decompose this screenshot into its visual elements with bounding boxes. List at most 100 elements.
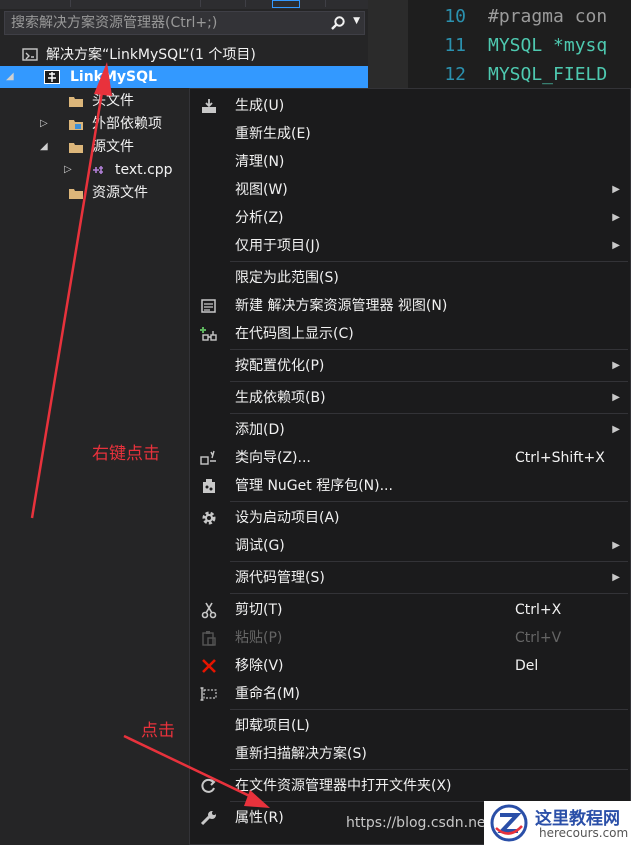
menu-item-remove[interactable]: 移除(V) Del — [190, 652, 630, 680]
menu-item-label: 重新扫描解决方案(S) — [235, 746, 367, 762]
submenu-arrow-icon: ▶ — [612, 392, 620, 403]
menu-item-label: 属性(R) — [235, 810, 284, 826]
toolbar-button[interactable] — [325, 0, 346, 7]
menu-item-add[interactable]: 添加(D) ▶ — [190, 416, 630, 444]
menu-item-label: 卸载项目(L) — [235, 718, 310, 734]
menu-item-label: 重命名(M) — [235, 686, 301, 702]
line-number: 10 — [444, 6, 466, 27]
filter-folder-icon — [69, 143, 83, 153]
tree-item-label: 头文件 — [92, 93, 134, 109]
expander-collapsed-icon[interactable]: ▷ — [64, 159, 72, 181]
tree-item-label: 资源文件 — [92, 185, 148, 201]
search-input[interactable] — [11, 12, 321, 34]
annotation-right-click: 右键点击 — [92, 444, 160, 464]
wrench-icon — [200, 811, 216, 826]
menu-item-shortcut: Ctrl+Shift+X — [515, 450, 605, 466]
chevron-down-icon[interactable]: ▼ — [353, 16, 360, 26]
filter-folder-icon — [69, 189, 83, 199]
tree-item-project[interactable]: ◢ LinkMySQL — [0, 66, 368, 88]
submenu-arrow-icon: ▶ — [612, 540, 620, 551]
menu-item-view[interactable]: 视图(W) ▶ — [190, 176, 630, 204]
menu-item-open-in-file-explorer[interactable]: 在文件资源管理器中打开文件夹(X) — [190, 772, 630, 800]
toolbar-button[interactable] — [245, 0, 272, 7]
menu-item-label: 限定为此范围(S) — [235, 270, 339, 286]
menu-item-project-only[interactable]: 仅用于项目(J) ▶ — [190, 232, 630, 260]
menu-separator — [230, 709, 628, 710]
menu-item-label: 分析(Z) — [235, 210, 284, 226]
site-logo-icon — [490, 804, 528, 842]
toolbar-button[interactable] — [200, 0, 225, 7]
code-line[interactable]: 12 MYSQL_FIELD — [408, 60, 607, 89]
gear-icon — [202, 511, 216, 525]
menu-item-label: 粘贴(P) — [235, 630, 283, 646]
menu-item-clean[interactable]: 清理(N) — [190, 148, 630, 176]
menu-item-unload-project[interactable]: 卸载项目(L) — [190, 712, 630, 740]
menu-item-rescan-solution[interactable]: 重新扫描解决方案(S) — [190, 740, 630, 768]
cpp-project-icon — [44, 70, 60, 84]
nuget-icon — [203, 479, 215, 493]
menu-separator — [230, 561, 628, 562]
tree-item-label: 解决方案“LinkMySQL”(1 个项目) — [46, 47, 256, 63]
tree-item-label: LinkMySQL — [70, 69, 157, 85]
menu-item-label: 仅用于项目(J) — [235, 238, 321, 254]
build-icon — [202, 99, 216, 113]
menu-item-label: 生成依赖项(B) — [235, 390, 326, 406]
menu-item-scope-to-this[interactable]: 限定为此范围(S) — [190, 264, 630, 292]
search-icon[interactable] — [330, 15, 346, 31]
site-watermark-badge: 这里教程网 herecours.com — [484, 801, 631, 845]
menu-item-manage-nuget[interactable]: 管理 NuGet 程序包(N)... — [190, 472, 630, 500]
new-view-icon — [201, 299, 216, 313]
menu-item-cut[interactable]: 剪切(T) Ctrl+X — [190, 596, 630, 624]
toolbar-button-active[interactable] — [272, 0, 300, 8]
menu-item-label: 视图(W) — [235, 182, 288, 198]
menu-separator — [230, 593, 628, 594]
menu-item-label: 生成(U) — [235, 98, 285, 114]
open-folder-icon — [201, 778, 216, 793]
menu-item-build[interactable]: 生成(U) — [190, 92, 630, 120]
csdn-watermark: https://blog.csdn.ne — [346, 815, 486, 831]
menu-item-debug[interactable]: 调试(G) ▶ — [190, 532, 630, 560]
code-map-icon — [200, 327, 217, 341]
menu-item-rename[interactable]: 重命名(M) — [190, 680, 630, 708]
menu-item-profile-guided-opt[interactable]: 按配置优化(P) ▶ — [190, 352, 630, 380]
menu-item-label: 清理(N) — [235, 154, 285, 170]
menu-item-shortcut: Ctrl+V — [515, 630, 562, 646]
class-wizard-icon — [200, 450, 216, 465]
menu-item-class-wizard[interactable]: 类向导(Z)... Ctrl+Shift+X — [190, 444, 630, 472]
tree-item-label: 源文件 — [92, 139, 134, 155]
code-text: MYSQL_FIELD — [488, 64, 608, 85]
code-text: MYSQL *mysq — [488, 35, 608, 56]
site-url: herecours.com — [539, 826, 629, 840]
menu-item-rebuild[interactable]: 重新生成(E) — [190, 120, 630, 148]
expander-expanded-icon[interactable]: ◢ — [40, 136, 48, 158]
project-context-menu: 生成(U) 重新生成(E) 清理(N) 视图(W) ▶ 分析(Z) ▶ 仅用于项… — [189, 88, 631, 845]
explorer-search-box[interactable]: ▼ — [4, 11, 365, 35]
menu-item-shortcut: Ctrl+X — [515, 602, 562, 618]
explorer-toolbar — [0, 0, 368, 9]
menu-item-label: 按配置优化(P) — [235, 358, 325, 374]
menu-item-label: 移除(V) — [235, 658, 284, 674]
submenu-arrow-icon: ▶ — [612, 240, 620, 251]
cpp-file-icon — [93, 166, 103, 174]
menu-item-set-startup-project[interactable]: 设为启动项目(A) — [190, 504, 630, 532]
menu-item-new-explorer-view[interactable]: 新建 解决方案资源管理器 视图(N) — [190, 292, 630, 320]
menu-item-source-control[interactable]: 源代码管理(S) ▶ — [190, 564, 630, 592]
solution-icon — [22, 48, 38, 61]
menu-item-paste: 粘贴(P) Ctrl+V — [190, 624, 630, 652]
menu-item-label: 在文件资源管理器中打开文件夹(X) — [235, 778, 452, 794]
expander-collapsed-icon[interactable]: ▷ — [40, 113, 48, 135]
code-line[interactable]: 11 MYSQL *mysq — [408, 31, 607, 60]
menu-item-analyze[interactable]: 分析(Z) ▶ — [190, 204, 630, 232]
paste-icon — [202, 631, 216, 646]
menu-separator — [230, 381, 628, 382]
line-number: 11 — [444, 35, 466, 56]
filter-folder-icon — [69, 97, 83, 107]
toolbar-button[interactable] — [70, 0, 93, 7]
expander-expanded-icon[interactable]: ◢ — [6, 66, 14, 88]
menu-item-build-dependencies[interactable]: 生成依赖项(B) ▶ — [190, 384, 630, 412]
tree-item-label: 外部依赖项 — [92, 116, 162, 132]
menu-item-show-on-code-map[interactable]: 在代码图上显示(C) — [190, 320, 630, 348]
code-text: #pragma con — [488, 6, 608, 27]
menu-item-shortcut: Del — [515, 658, 539, 674]
code-line[interactable]: 10 #pragma con — [408, 2, 607, 31]
